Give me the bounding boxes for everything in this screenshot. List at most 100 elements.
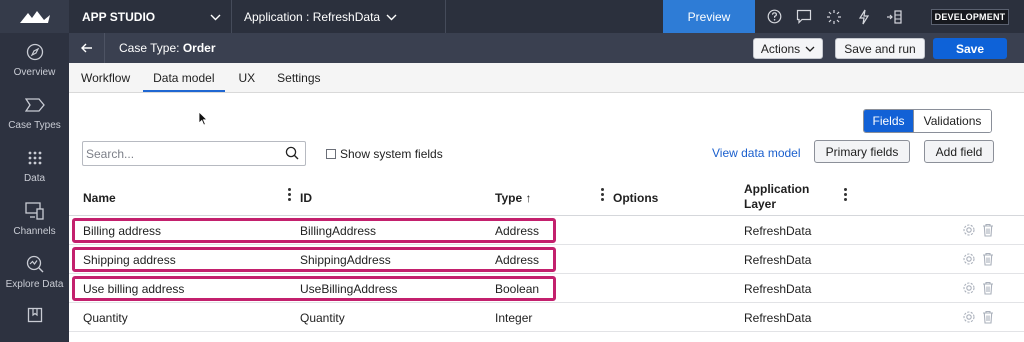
column-header-name[interactable]: Name — [83, 191, 116, 205]
table-row[interactable]: Shipping address ShippingAddress Address… — [69, 245, 1024, 274]
column-header-id[interactable]: ID — [300, 191, 312, 205]
cell-name[interactable]: Shipping address — [83, 253, 176, 267]
mouse-cursor-icon — [198, 111, 208, 126]
cell-layer: RefreshData — [744, 253, 812, 267]
actions-label: Actions — [760, 41, 801, 56]
column-menu-icon[interactable] — [601, 188, 604, 201]
cell-type: Boolean — [495, 282, 540, 296]
explore-data-icon — [26, 253, 44, 275]
search-box — [82, 141, 306, 166]
search-icon[interactable] — [285, 146, 299, 163]
sidebar-item-label: Explore Data — [5, 279, 64, 290]
preview-button[interactable]: Preview — [663, 0, 755, 33]
app-studio-label: APP STUDIO — [82, 9, 156, 24]
channels-icon — [24, 200, 45, 222]
gear-icon[interactable] — [962, 310, 976, 324]
fields-validations-toggle: Fields Validations — [863, 109, 992, 133]
logo-icon — [19, 10, 50, 23]
table-row[interactable]: Billing address BillingAddress Address R… — [69, 216, 1024, 245]
table-row[interactable]: Quantity Quantity Integer RefreshData — [69, 303, 1024, 332]
checkbox-box[interactable] — [326, 149, 336, 159]
sidebar-item-case-types[interactable]: Case Types — [0, 94, 69, 131]
cell-type: Address — [495, 253, 540, 267]
table-row[interactable]: Use billing address UseBillingAddress Bo… — [69, 274, 1024, 303]
sidebar-item-library[interactable] — [0, 304, 69, 326]
sidebar-item-overview[interactable]: Overview — [0, 41, 69, 78]
show-system-fields-label: Show system fields — [340, 147, 443, 161]
gear-icon[interactable] — [962, 223, 976, 237]
chevron-down-icon — [805, 46, 815, 52]
fields-toggle-button[interactable]: Fields — [864, 110, 913, 132]
lightning-icon[interactable] — [849, 9, 879, 25]
column-menu-icon[interactable] — [844, 188, 847, 201]
book-icon — [27, 304, 43, 326]
sidebar-item-data[interactable]: Data — [0, 147, 69, 184]
trash-icon[interactable] — [982, 252, 994, 266]
loading-spinner-icon[interactable] — [819, 9, 849, 25]
cell-name[interactable]: Quantity — [83, 311, 128, 325]
cell-layer: RefreshData — [744, 282, 812, 296]
case-types-icon — [24, 94, 45, 116]
trash-icon[interactable] — [982, 281, 994, 295]
trash-icon[interactable] — [982, 310, 994, 324]
left-sidebar: Overview Case Types Data Channels Explor… — [0, 0, 69, 342]
app-studio-switcher[interactable]: APP STUDIO — [69, 0, 232, 33]
chevron-down-icon — [210, 10, 221, 24]
sidebar-item-channels[interactable]: Channels — [0, 200, 69, 237]
cell-id: Quantity — [300, 311, 345, 325]
primary-fields-button[interactable]: Primary fields — [814, 140, 910, 163]
tab-bar: Workflow Data model UX Settings — [69, 63, 1024, 93]
split-panel-icon[interactable] — [879, 9, 909, 24]
column-header-type[interactable]: Type ↑ — [495, 191, 531, 205]
cell-layer: RefreshData — [744, 224, 812, 238]
environment-badge: DEVELOPMENT — [931, 9, 1009, 25]
view-data-model-link[interactable]: View data model — [712, 146, 801, 160]
cell-type: Address — [495, 224, 540, 238]
top-bar: APP STUDIO Application : RefreshData Pre… — [69, 0, 1024, 33]
application-label: Application : RefreshData — [244, 9, 381, 24]
sidebar-item-label: Overview — [13, 67, 56, 78]
cell-id: BillingAddress — [300, 224, 377, 238]
chevron-down-icon — [386, 10, 397, 24]
show-system-fields-checkbox[interactable]: Show system fields — [326, 147, 443, 161]
sidebar-item-explore-data[interactable]: Explore Data — [0, 253, 69, 290]
help-icon[interactable] — [759, 9, 789, 24]
tab-settings[interactable]: Settings — [277, 63, 320, 92]
gear-icon[interactable] — [962, 252, 976, 266]
save-button[interactable]: Save — [933, 38, 1007, 59]
case-type-name: Order — [182, 41, 216, 55]
save-and-run-button[interactable]: Save and run — [835, 38, 925, 59]
chat-icon[interactable] — [789, 9, 819, 24]
case-type-title: Case Type: Order — [105, 41, 216, 55]
cell-id: UseBillingAddress — [300, 282, 398, 296]
cell-name[interactable]: Use billing address — [83, 282, 184, 296]
sidebar-item-label: Case Types — [8, 120, 61, 131]
application-switcher[interactable]: Application : RefreshData — [232, 0, 446, 33]
case-type-prefix: Case Type: — [119, 41, 180, 55]
header-line: Application — [744, 182, 810, 196]
fields-table: Name ID Type ↑ Options Application Layer… — [69, 179, 1024, 332]
actions-button[interactable]: Actions — [753, 38, 823, 59]
cell-layer: RefreshData — [744, 311, 812, 325]
grid-dots-icon — [27, 147, 43, 169]
cell-id: ShippingAddress — [300, 253, 391, 267]
tab-ux[interactable]: UX — [239, 63, 256, 92]
column-menu-icon[interactable] — [288, 188, 291, 201]
column-header-options[interactable]: Options — [613, 191, 658, 205]
tab-data-model[interactable]: Data model — [143, 63, 225, 92]
search-input[interactable] — [86, 146, 276, 161]
cell-name[interactable]: Billing address — [83, 224, 161, 238]
table-header: Name ID Type ↑ Options Application Layer — [69, 179, 1024, 216]
trash-icon[interactable] — [982, 223, 994, 237]
header-line: Layer — [744, 197, 777, 211]
gear-icon[interactable] — [962, 281, 976, 295]
pega-logo[interactable] — [0, 0, 69, 33]
case-type-header: Case Type: Order Actions Save and run Sa… — [69, 33, 1024, 63]
sidebar-item-label: Data — [23, 173, 46, 184]
add-field-button[interactable]: Add field — [924, 140, 994, 163]
compass-icon — [26, 41, 44, 63]
validations-toggle-button[interactable]: Validations — [913, 110, 991, 132]
tab-workflow[interactable]: Workflow — [81, 63, 130, 92]
back-arrow-icon[interactable] — [69, 33, 105, 63]
column-header-application-layer[interactable]: Application Layer — [744, 182, 809, 212]
